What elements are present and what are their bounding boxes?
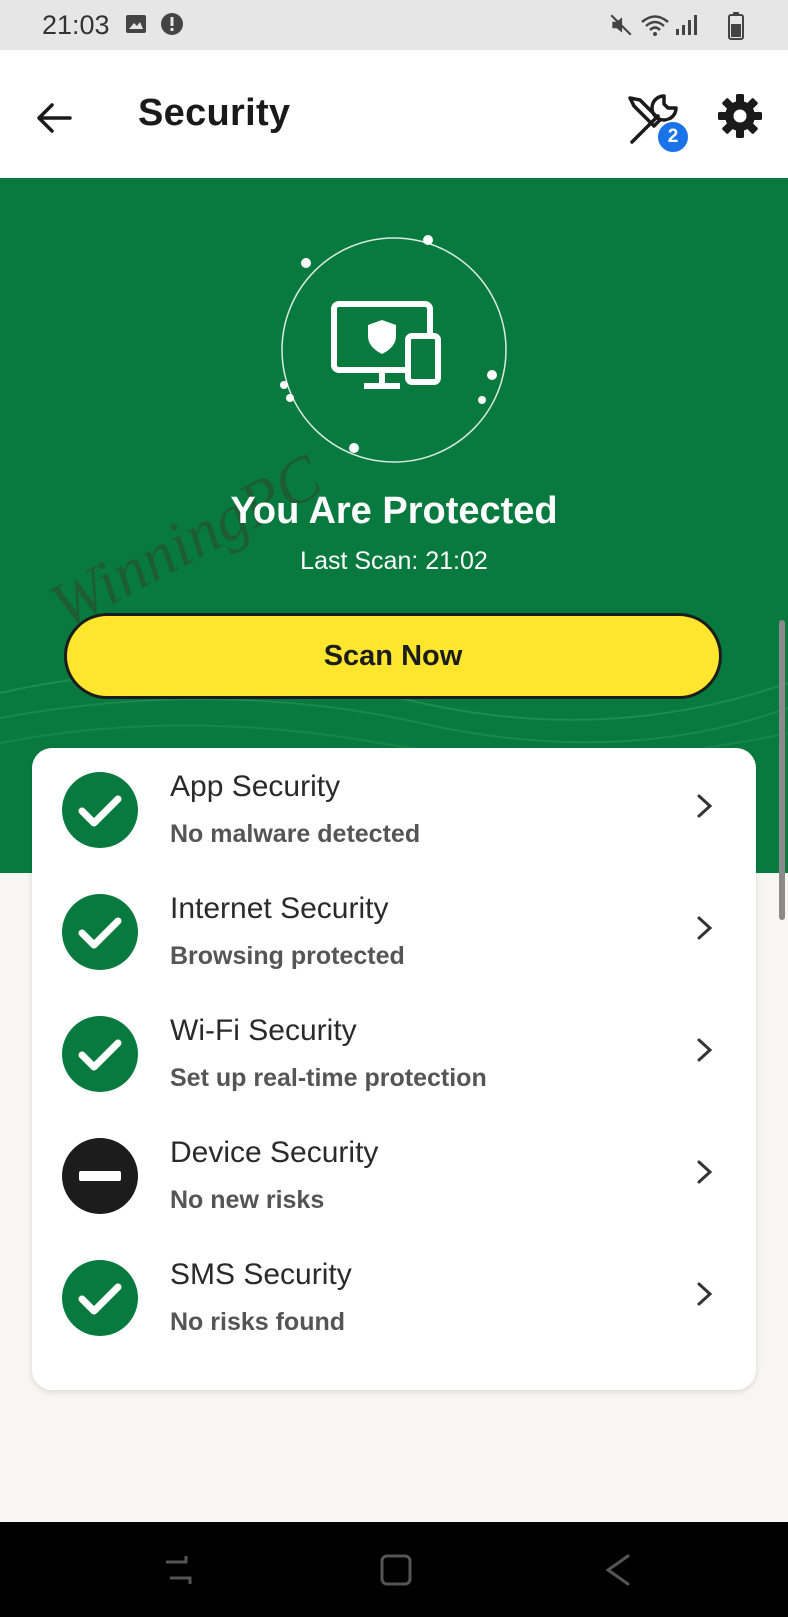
feature-row-internet-security[interactable]: Internet Security Browsing protected [32,870,756,992]
back-icon[interactable] [598,1550,638,1590]
feature-title: Internet Security [170,892,389,925]
feature-title: Device Security [170,1136,379,1169]
check-circle-icon [62,1260,138,1336]
gear-icon[interactable] [716,92,764,140]
feature-status: Browsing protected [170,942,405,970]
home-icon[interactable] [376,1550,416,1590]
check-circle-icon [62,1016,138,1092]
page-title: Security [138,92,291,134]
chevron-right-icon [697,1038,713,1062]
wifi-icon [641,15,669,36]
chevron-right-icon [697,794,713,818]
feature-row-sms-security[interactable]: SMS Security No risks found [32,1236,756,1358]
tools-badge: 2 [656,120,690,154]
status-time: 21:03 [42,10,110,40]
minus-circle-icon [62,1138,138,1214]
alert-icon [161,13,183,35]
battery-icon [728,12,744,40]
feature-title: Wi-Fi Security [170,1014,357,1047]
feature-title: App Security [170,770,341,803]
feature-status: No risks found [170,1308,346,1336]
signal-icon [676,15,697,35]
feature-row-device-security[interactable]: Device Security No new risks [32,1114,756,1236]
protection-status-title: You Are Protected [230,490,558,532]
system-nav-bar [0,1522,788,1617]
mute-icon [610,14,632,36]
image-icon [126,15,146,33]
back-arrow-icon[interactable] [30,94,78,142]
feature-status: No malware detected [170,820,421,848]
feature-status: No new risks [170,1186,325,1214]
check-circle-icon [62,894,138,970]
recents-icon[interactable] [158,1550,198,1590]
app-bar: Security 2 [0,50,788,178]
feature-title: SMS Security [170,1258,352,1291]
last-scan-text: Last Scan: 21:02 [300,547,488,575]
feature-row-wifi-security[interactable]: Wi-Fi Security Set up real-time protecti… [32,992,756,1114]
chevron-right-icon [697,1282,713,1306]
check-circle-icon [62,772,138,848]
scrollbar[interactable] [779,620,785,920]
feature-row-app-security[interactable]: App Security No malware detected [32,748,756,870]
chevron-right-icon [697,916,713,940]
feature-status: Set up real-time protection [170,1064,487,1092]
security-features-card: App Security No malware detected Interne… [32,748,756,1390]
chevron-right-icon [697,1160,713,1184]
device-shield-icon [280,235,507,463]
status-bar: 21:03 [0,0,788,50]
scan-now-button[interactable]: Scan Now [64,613,722,699]
